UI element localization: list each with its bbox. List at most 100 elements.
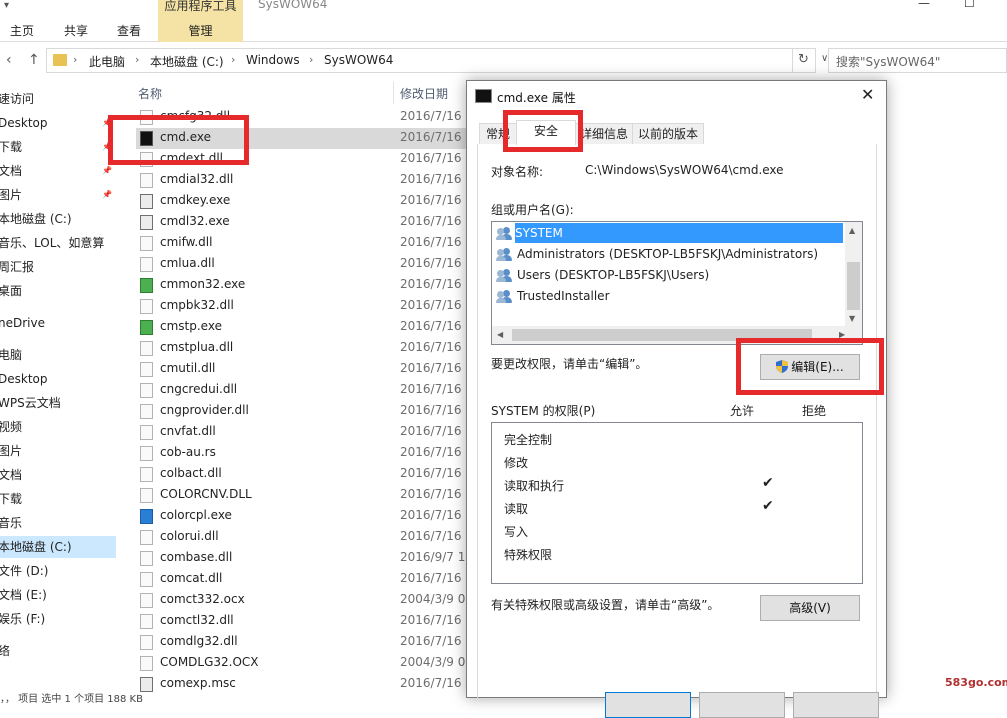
quick-access-dropdown[interactable]: ▾ — [4, 0, 9, 11]
nav-item[interactable]: 图片 — [0, 440, 116, 462]
user-list-item[interactable]: Users (DESKTOP-LB5FSKJ\Users) — [495, 265, 843, 285]
file-row[interactable]: COLORCNV.DLL 2016/7/16 — [136, 485, 466, 506]
nav-item[interactable]: 视频 — [0, 416, 116, 438]
scroll-up-icon[interactable]: ▲ — [849, 226, 855, 235]
nav-item[interactable]: 文档 📌 — [0, 160, 116, 182]
nav-item[interactable]: 下载 📌 — [0, 136, 116, 158]
tab-home[interactable]: 主页 — [10, 22, 34, 39]
address-bar[interactable]: › 此电脑 › 本地磁盘 (C:) › Windows › SysWOW64 ∨ — [46, 48, 828, 73]
file-date: 2016/7/16 — [400, 109, 462, 123]
search-input[interactable]: 搜索"SysWOW64" — [828, 48, 1007, 73]
file-row[interactable]: comdlg32.dll 2016/7/16 — [136, 632, 466, 653]
tab-manage[interactable]: 管理 — [158, 22, 243, 39]
file-name: colorui.dll — [160, 529, 219, 543]
file-row[interactable]: comctl32.dll 2016/7/16 — [136, 611, 466, 632]
nav-item[interactable]: 桌面 — [0, 280, 116, 302]
back-arrow-icon[interactable]: ‹ — [6, 52, 12, 68]
nav-item[interactable]: neDrive — [0, 312, 116, 334]
file-date: 2004/3/9 0 — [400, 655, 466, 669]
file-row[interactable]: combase.dll 2016/9/7 13 — [136, 548, 473, 569]
maximize-button[interactable]: ☐ — [964, 0, 975, 10]
file-row[interactable]: cnvfat.dll 2016/7/16 — [136, 422, 466, 443]
user-list-item[interactable]: Administrators (DESKTOP-LB5FSKJ\Administ… — [495, 244, 843, 264]
nav-item[interactable]: 周汇报 — [0, 256, 116, 278]
refresh-icon[interactable]: ↻ — [792, 49, 814, 72]
column-divider[interactable] — [393, 82, 394, 104]
nav-item[interactable]: Desktop — [0, 368, 116, 390]
file-row[interactable]: comexp.msc 2016/7/16 — [136, 674, 466, 695]
file-row[interactable]: cmdl32.exe 2016/7/16 — [136, 212, 466, 233]
nav-item[interactable]: 络 — [0, 640, 116, 662]
nav-item[interactable]: 音乐、LOL、如意算 — [0, 232, 116, 254]
scroll-thumb[interactable] — [847, 262, 860, 310]
file-row[interactable]: cob-au.rs 2016/7/16 — [136, 443, 466, 464]
apply-button[interactable] — [793, 692, 879, 718]
nav-item[interactable]: 下载 — [0, 488, 116, 510]
scroll-left-icon[interactable]: ◀ — [497, 330, 503, 339]
ok-button[interactable] — [605, 692, 691, 718]
file-row[interactable]: cmmon32.exe 2016/7/16 — [136, 275, 466, 296]
file-row[interactable]: cngcredui.dll 2016/7/16 — [136, 380, 466, 401]
file-row[interactable]: colbact.dll 2016/7/16 — [136, 464, 466, 485]
file-row[interactable]: cmstp.exe 2016/7/16 — [136, 317, 466, 338]
crumb-windows[interactable]: Windows — [246, 53, 300, 67]
file-row[interactable]: COMDLG32.OCX 2004/3/9 0 — [136, 653, 466, 674]
close-icon[interactable]: ✕ — [861, 85, 874, 104]
file-row[interactable]: cmdial32.dll 2016/7/16 — [136, 170, 466, 191]
file-icon — [140, 509, 153, 524]
tab-previous-versions[interactable]: 以前的版本 — [632, 123, 704, 144]
file-row[interactable]: colorui.dll 2016/7/16 — [136, 527, 466, 548]
crumb-local-disk[interactable]: 本地磁盘 (C:) — [150, 53, 224, 70]
file-name: COLORCNV.DLL — [160, 487, 252, 501]
file-row[interactable]: colorcpl.exe 2016/7/16 — [136, 506, 466, 527]
cancel-button[interactable] — [699, 692, 785, 718]
file-date: 2016/7/16 — [400, 277, 462, 291]
up-arrow-icon[interactable]: ↑ — [28, 52, 40, 68]
nav-item[interactable]: 本地磁盘 (C:) — [0, 536, 116, 558]
user-list-item[interactable]: TrustedInstaller — [495, 286, 843, 306]
nav-item[interactable]: WPS云文档 — [0, 392, 116, 414]
file-icon — [140, 173, 153, 188]
nav-item[interactable]: 图片 📌 — [0, 184, 116, 206]
file-date: 2016/7/16 — [400, 361, 462, 375]
check-icon: ✔ — [762, 498, 774, 514]
tab-security[interactable]: 安全 — [516, 120, 576, 145]
vertical-scrollbar[interactable]: ▲ ▼ — [845, 222, 862, 326]
nav-item[interactable]: 文档 — [0, 464, 116, 486]
tab-share[interactable]: 共享 — [64, 22, 88, 39]
file-row[interactable]: cmdkey.exe 2016/7/16 — [136, 191, 466, 212]
file-row[interactable]: cmlua.dll 2016/7/16 — [136, 254, 466, 275]
nav-item[interactable]: 文档 (E:) — [0, 584, 116, 606]
nav-item[interactable]: 文件 (D:) — [0, 560, 116, 582]
nav-item[interactable]: 娱乐 (F:) — [0, 608, 116, 630]
nav-item[interactable]: 本地磁盘 (C:) — [0, 208, 116, 230]
file-row[interactable]: comcat.dll 2016/7/16 — [136, 569, 466, 590]
nav-item[interactable]: 速访问 — [0, 88, 116, 110]
user-list-item[interactable]: SYSTEM — [515, 223, 843, 243]
nav-item[interactable]: 音乐 — [0, 512, 116, 534]
file-row[interactable]: cmstplua.dll 2016/7/16 — [136, 338, 466, 359]
file-row[interactable]: cngprovider.dll 2016/7/16 — [136, 401, 466, 422]
crumb-this-pc[interactable]: 此电脑 — [89, 53, 125, 70]
column-header-date[interactable]: 修改日期 — [400, 85, 448, 102]
nav-item[interactable]: 电脑 — [0, 344, 116, 366]
file-row[interactable]: cmpbk32.dll 2016/7/16 — [136, 296, 466, 317]
crumb-syswow64[interactable]: SysWOW64 — [324, 53, 393, 67]
advanced-button[interactable]: 高级(V) — [760, 595, 860, 621]
tab-details[interactable]: 详细信息 — [575, 123, 633, 144]
permission-name: 特殊权限 — [504, 548, 553, 562]
file-row[interactable]: comct332.ocx 2004/3/9 0 — [136, 590, 466, 611]
nav-item[interactable]: Desktop 📌 — [0, 112, 116, 134]
scroll-down-icon[interactable]: ▼ — [849, 314, 855, 323]
column-header-name[interactable]: 名称 — [138, 85, 162, 102]
object-name-label: 对象名称: — [491, 165, 544, 179]
file-icon — [140, 236, 153, 251]
users-listbox[interactable]: ▲ ▼ ◀ ▶ SYSTEM Administrators (DESKTOP-LB… — [491, 221, 863, 345]
tab-view[interactable]: 查看 — [117, 22, 141, 39]
file-icon — [140, 614, 153, 629]
file-row[interactable]: cmifw.dll 2016/7/16 — [136, 233, 466, 254]
dialog-title-bar[interactable]: cmd.exe 属性 ✕ — [467, 81, 886, 113]
pin-icon[interactable]: 📌 — [102, 184, 112, 206]
minimize-button[interactable]: — — [918, 0, 930, 10]
file-row[interactable]: cmutil.dll 2016/7/16 — [136, 359, 466, 380]
